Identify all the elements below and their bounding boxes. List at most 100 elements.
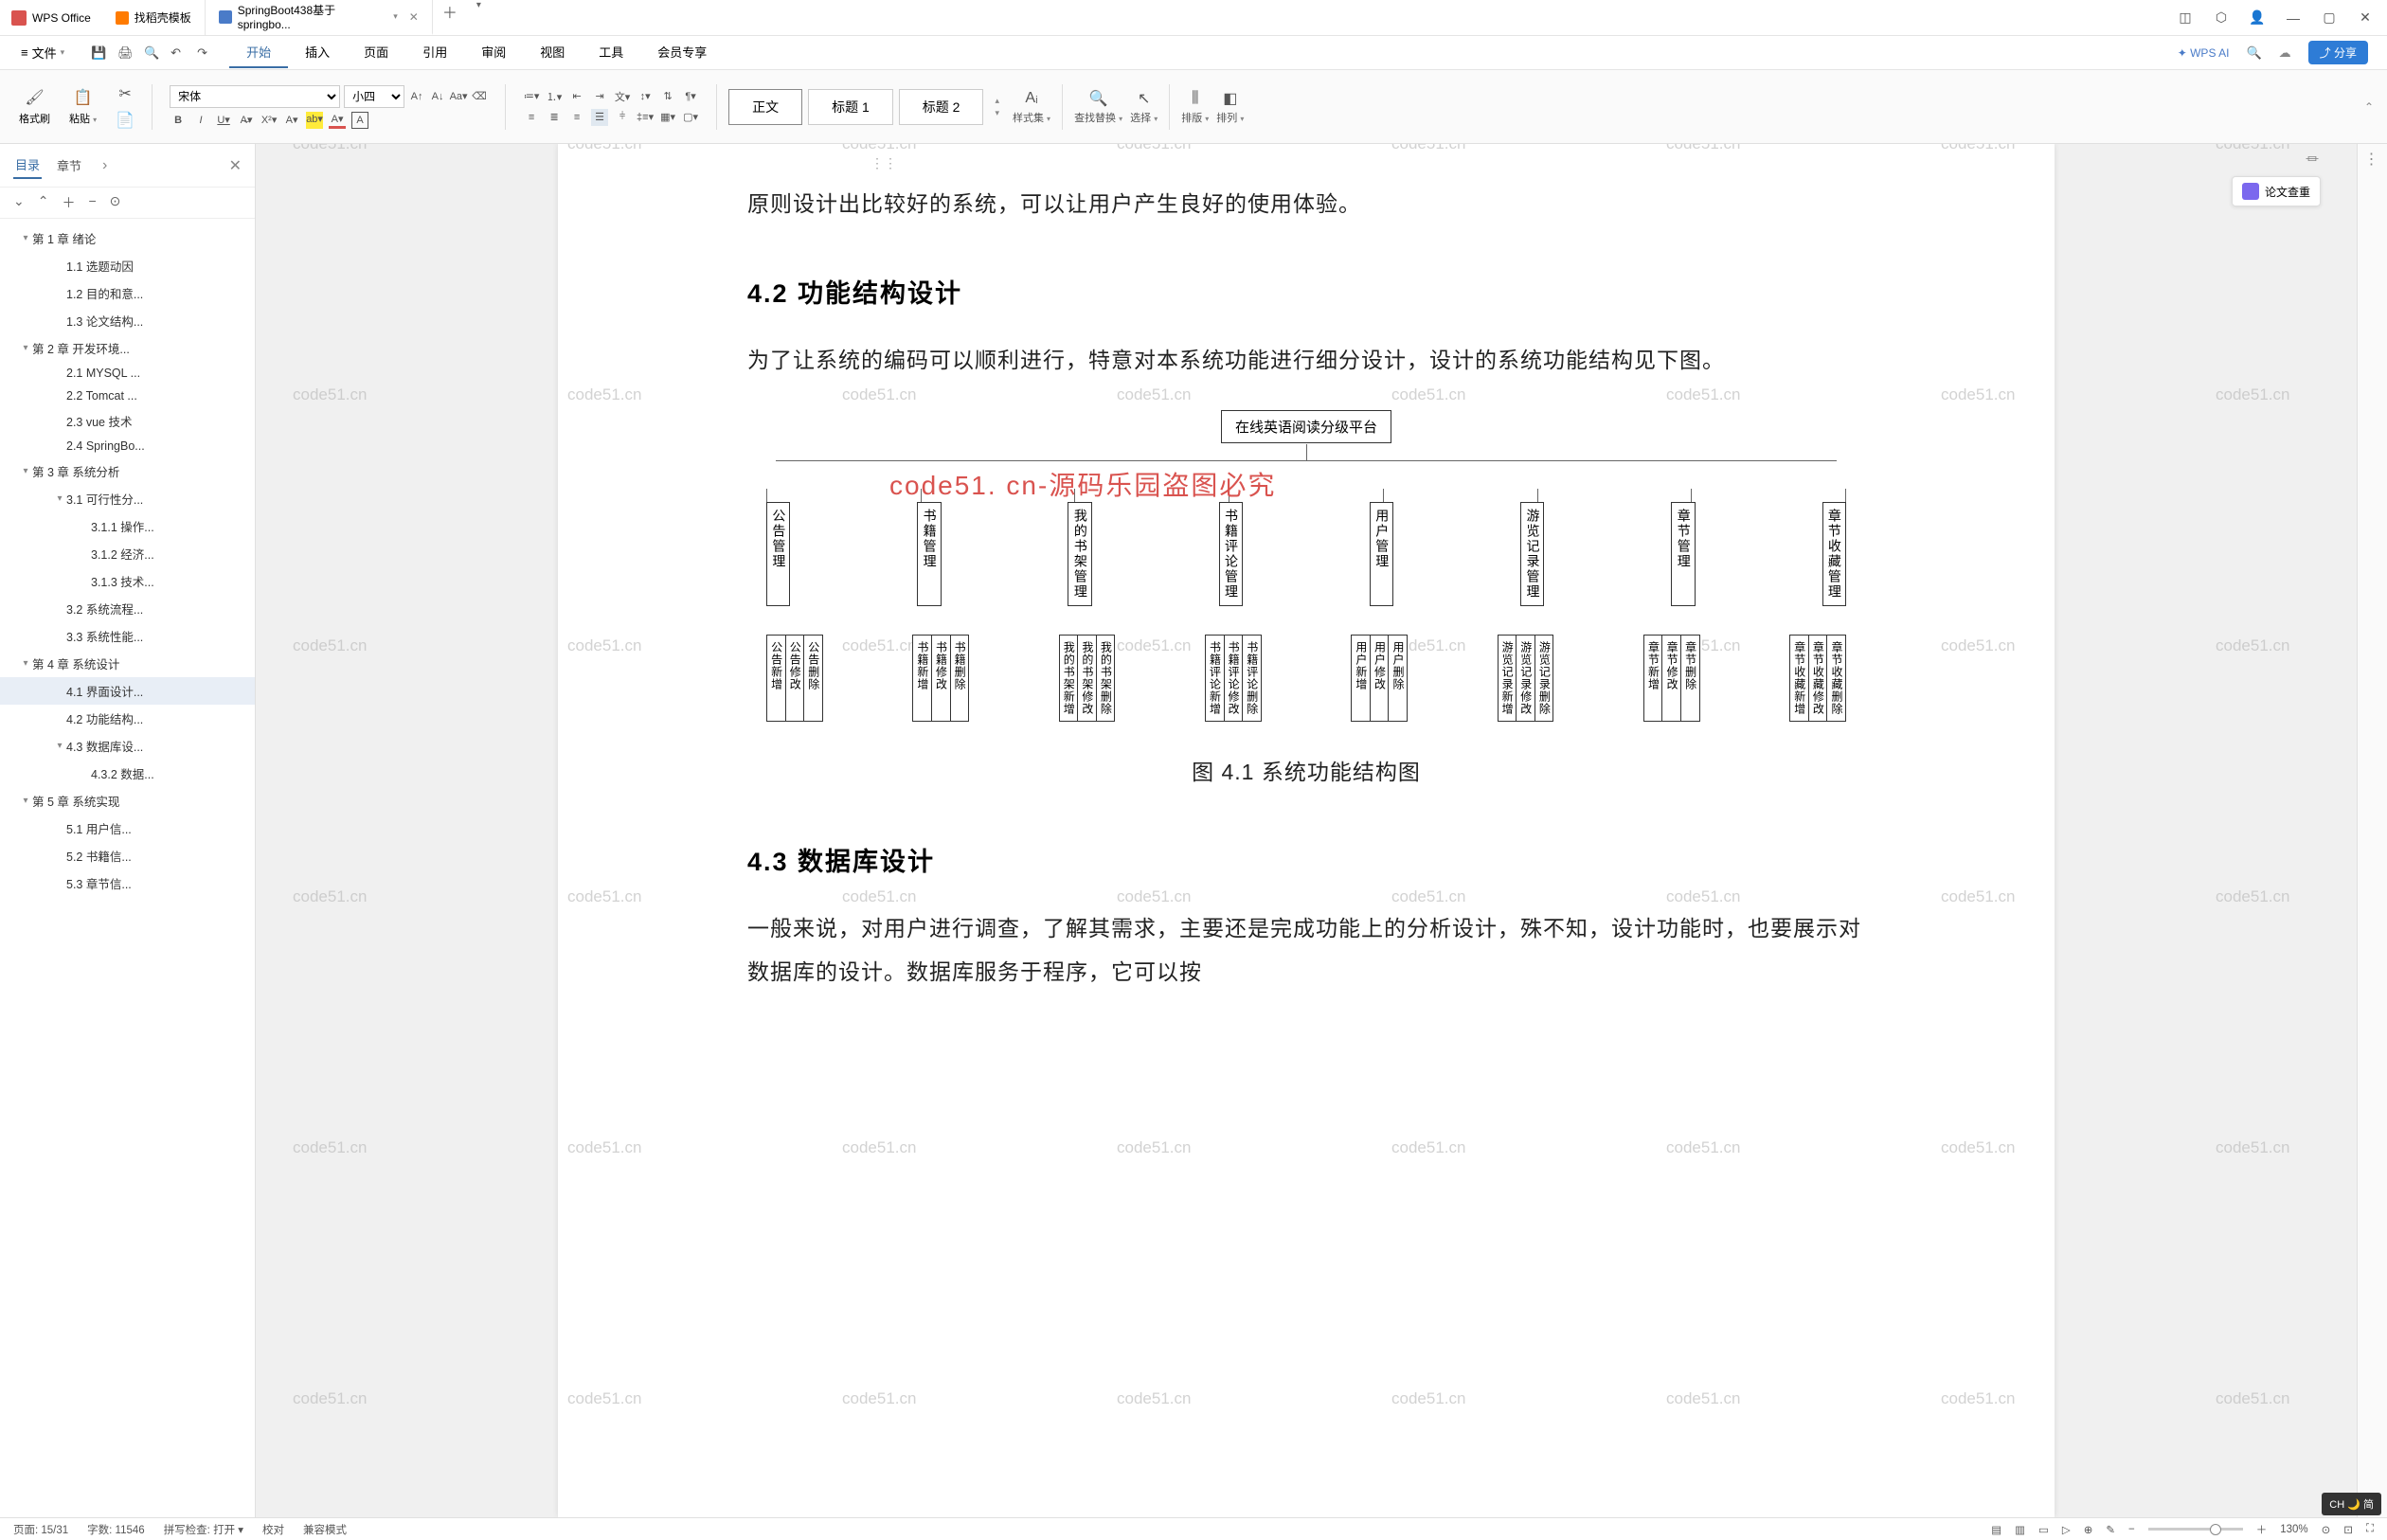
- remove-item-icon[interactable]: −: [88, 193, 96, 212]
- style-scroll-down[interactable]: ▾: [995, 108, 999, 118]
- wps-ai-button[interactable]: ✦ WPS AI: [2178, 46, 2230, 60]
- preview-icon[interactable]: 🔍: [144, 45, 159, 61]
- new-tab-button[interactable]: ＋: [433, 0, 467, 35]
- menu-member[interactable]: 会员专享: [640, 37, 724, 68]
- settings-icon[interactable]: ⊙: [110, 193, 121, 212]
- decrease-indent-icon[interactable]: ⇤: [568, 88, 585, 105]
- view-edit-icon[interactable]: ✎: [2106, 1523, 2115, 1536]
- highlight-icon[interactable]: ab▾: [306, 112, 323, 129]
- collapse-ribbon-icon[interactable]: ⌃: [2364, 100, 2374, 114]
- outline-item[interactable]: 1.2 目的和意...: [0, 279, 255, 307]
- outline-item[interactable]: ▾4.3 数据库设...: [0, 732, 255, 760]
- window-close-icon[interactable]: ✕: [2357, 9, 2374, 26]
- save-icon[interactable]: 💾: [91, 45, 106, 61]
- outline-item[interactable]: 5.1 用户信...: [0, 815, 255, 842]
- outline-item[interactable]: 3.1.1 操作...: [0, 512, 255, 540]
- view-web-icon[interactable]: ⊕: [2084, 1523, 2093, 1536]
- word-count[interactable]: 字数: 11546: [87, 1522, 145, 1537]
- view-draft-icon[interactable]: ▤: [1991, 1523, 2001, 1536]
- asian-layout-icon[interactable]: ↕▾: [637, 88, 654, 105]
- clear-format-icon[interactable]: ⌫: [471, 88, 488, 105]
- page-indicator[interactable]: 页面: 15/31: [13, 1522, 68, 1537]
- outline-item[interactable]: 3.2 系统流程...: [0, 595, 255, 622]
- outline-item[interactable]: 1.1 选题动因: [0, 252, 255, 279]
- underline-icon[interactable]: U▾: [215, 112, 232, 129]
- collapse-all-icon[interactable]: ⌄: [13, 193, 25, 212]
- align-center-icon[interactable]: ≣: [546, 109, 563, 126]
- cut-icon[interactable]: ✂: [116, 84, 135, 103]
- format-painter-icon[interactable]: 🖌: [26, 88, 45, 107]
- layout-button[interactable]: ⫼ 排版 ▾: [1181, 89, 1209, 125]
- paper-check-button[interactable]: 论文查重: [2232, 176, 2321, 206]
- style-scroll-up[interactable]: ▴: [995, 96, 999, 106]
- file-menu-button[interactable]: ≡ 文件 ▾: [11, 40, 74, 65]
- arrange-button[interactable]: ◧ 排列 ▾: [1216, 89, 1244, 125]
- strikethrough-icon[interactable]: A̶▾: [238, 112, 255, 129]
- document-canvas[interactable]: ⏛ 论文查重 code51.cncode51.cncode51.cncode51…: [256, 144, 2357, 1517]
- sidebar-tab-chapter[interactable]: 章节: [55, 152, 83, 178]
- outline-item[interactable]: ▾第 5 章 系统实现: [0, 787, 255, 815]
- line-spacing-icon[interactable]: ‡≡▾: [637, 109, 654, 126]
- increase-font-icon[interactable]: A↑: [408, 88, 425, 105]
- menu-page[interactable]: 页面: [347, 37, 405, 68]
- outline-item[interactable]: 2.3 vue 技术: [0, 407, 255, 435]
- share-button[interactable]: ⤴ 分享: [2308, 41, 2368, 64]
- change-case-icon[interactable]: Aa▾: [450, 88, 467, 105]
- expand-all-icon[interactable]: ⌃: [38, 193, 49, 212]
- distribute-icon[interactable]: ⫩: [614, 109, 631, 126]
- sidebar-tab-toc[interactable]: 目录: [13, 152, 42, 179]
- cloud-icon[interactable]: ☁: [2279, 45, 2291, 61]
- ime-indicator[interactable]: CH 🌙 简: [2322, 1493, 2381, 1515]
- fit-page-icon[interactable]: ⊙: [2322, 1523, 2331, 1536]
- increase-indent-icon[interactable]: ⇥: [591, 88, 608, 105]
- redo-icon[interactable]: ↷: [197, 45, 212, 61]
- borders-icon[interactable]: ▢▾: [682, 109, 699, 126]
- outline-item[interactable]: 2.1 MYSQL ...: [0, 362, 255, 385]
- menu-start[interactable]: 开始: [229, 37, 288, 68]
- style-heading2[interactable]: 标题 2: [899, 89, 984, 125]
- outline-item[interactable]: 5.3 章节信...: [0, 869, 255, 897]
- style-heading1[interactable]: 标题 1: [808, 89, 893, 125]
- paste-icon[interactable]: 📋: [74, 88, 93, 107]
- outline-item[interactable]: 3.1.2 经济...: [0, 540, 255, 567]
- show-marks-icon[interactable]: ¶▾: [682, 88, 699, 105]
- menu-insert[interactable]: 插入: [288, 37, 347, 68]
- outline-item[interactable]: 3.3 系统性能...: [0, 622, 255, 650]
- shading-icon[interactable]: ▦▾: [659, 109, 676, 126]
- style-set-button[interactable]: Aᵢ 样式集 ▾: [1013, 89, 1050, 125]
- view-outline-icon[interactable]: ▥: [2015, 1523, 2025, 1536]
- tab-template[interactable]: 找稻壳模板: [102, 0, 206, 35]
- copy-icon[interactable]: 📄: [116, 111, 135, 130]
- outline-item[interactable]: 5.2 书籍信...: [0, 842, 255, 869]
- zoom-out-icon[interactable]: −: [2128, 1524, 2135, 1535]
- decrease-font-icon[interactable]: A↓: [429, 88, 446, 105]
- align-justify-icon[interactable]: ☰: [591, 109, 608, 126]
- font-size-select[interactable]: 小四: [344, 85, 404, 108]
- find-replace-button[interactable]: 🔍 查找替换 ▾: [1074, 89, 1122, 125]
- outline-item[interactable]: ▾3.1 可行性分...: [0, 485, 255, 512]
- tab-dropdown-icon[interactable]: ▾: [393, 11, 398, 22]
- search-icon[interactable]: 🔍: [2246, 45, 2261, 61]
- outline-item[interactable]: ▾第 4 章 系统设计: [0, 650, 255, 677]
- outline-item[interactable]: 1.3 论文结构...: [0, 307, 255, 334]
- align-left-icon[interactable]: ≡: [523, 109, 540, 126]
- view-play-icon[interactable]: ▷: [2062, 1523, 2071, 1536]
- chevron-right-icon[interactable]: ›: [102, 157, 107, 174]
- sort-icon[interactable]: ⇅: [659, 88, 676, 105]
- outline-item[interactable]: 2.2 Tomcat ...: [0, 385, 255, 407]
- numbering-icon[interactable]: ⒈▾: [546, 88, 563, 105]
- add-item-icon[interactable]: ＋: [62, 193, 75, 212]
- view-read-icon[interactable]: ▭: [2038, 1523, 2049, 1536]
- fullscreen-icon[interactable]: ⛶: [2366, 1523, 2374, 1535]
- proofread-button[interactable]: 校对: [262, 1522, 284, 1537]
- spellcheck-status[interactable]: 拼写检查: 打开 ▾: [164, 1522, 243, 1537]
- ruler-toggle-icon[interactable]: ⏛: [2306, 150, 2319, 169]
- sidebar-close-icon[interactable]: ✕: [229, 156, 242, 175]
- font-box-icon[interactable]: A: [351, 112, 368, 129]
- menu-view[interactable]: 视图: [523, 37, 582, 68]
- outline-item[interactable]: 4.2 功能结构...: [0, 705, 255, 732]
- tab-menu-button[interactable]: ▾: [467, 0, 491, 35]
- superscript-icon[interactable]: X²▾: [260, 112, 278, 129]
- fit-width-icon[interactable]: ⊡: [2343, 1523, 2353, 1536]
- font-color-icon[interactable]: A▾: [329, 112, 346, 129]
